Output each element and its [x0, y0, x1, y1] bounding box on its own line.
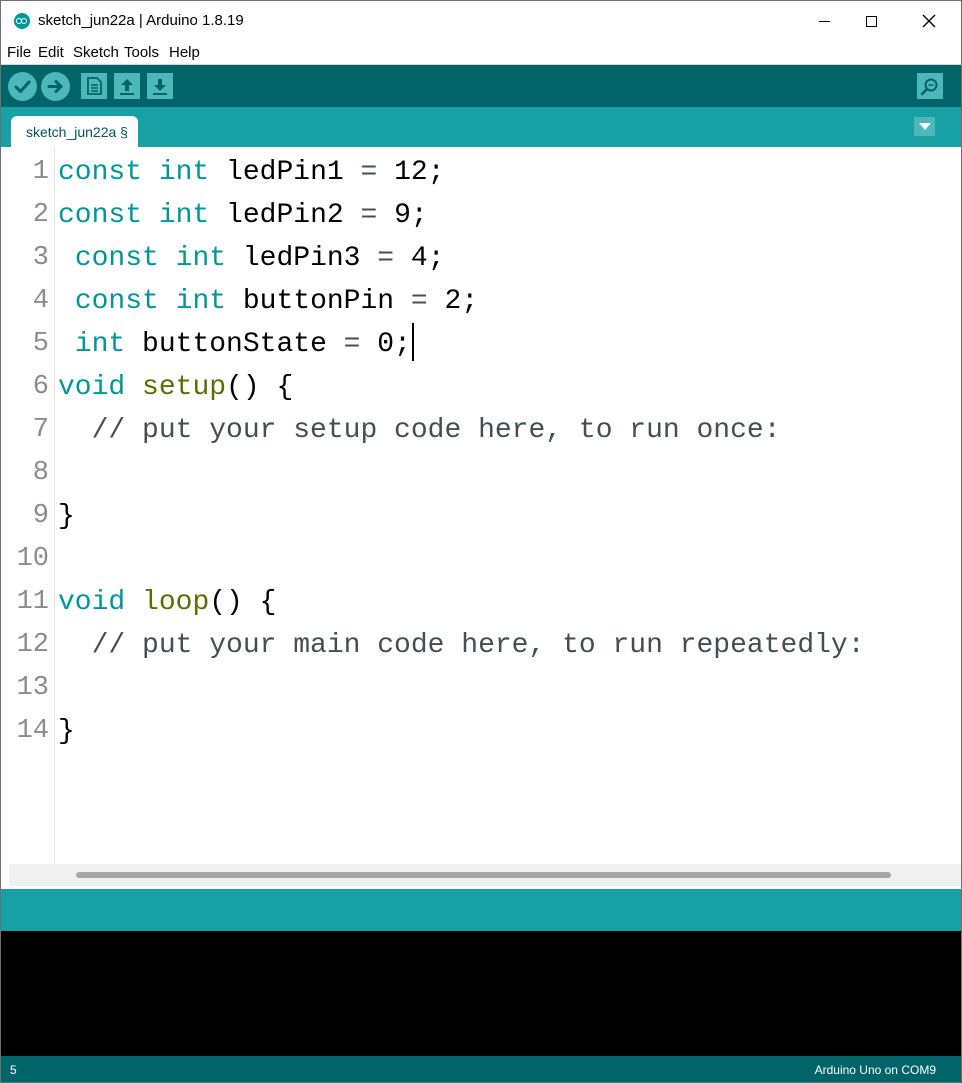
serial-monitor-button[interactable] — [917, 73, 943, 99]
line-number: 14 — [16, 716, 49, 746]
line-number: 7 — [32, 415, 49, 445]
current-line-number: 5 — [10, 1063, 17, 1077]
arduino-ide-window: sketch_jun22a | Arduino 1.8.19 File Edit… — [0, 0, 962, 1083]
toolbar — [1, 65, 961, 107]
code-line[interactable]: int buttonState = 0; — [58, 322, 414, 366]
code-line[interactable]: // put your setup code here, to run once… — [58, 409, 781, 452]
minimize-button[interactable] — [801, 1, 847, 41]
line-number: 8 — [32, 458, 49, 488]
line-number: 12 — [16, 630, 49, 660]
line-number: 1 — [32, 157, 49, 187]
code-line[interactable]: void setup() { — [58, 366, 293, 409]
code-line[interactable]: } — [58, 710, 75, 753]
horizontal-scrollbar[interactable] — [9, 864, 961, 886]
menu-help[interactable]: Help — [169, 44, 200, 61]
document-icon — [87, 77, 102, 95]
code-line[interactable]: const int buttonPin = 2; — [58, 280, 478, 323]
tab-label: sketch_jun22a § — [26, 124, 128, 140]
code-line[interactable]: } — [58, 495, 75, 538]
open-sketch-button[interactable] — [114, 73, 140, 99]
text-caret — [411, 322, 414, 361]
code-line[interactable]: const int ledPin1 = 12; — [58, 151, 445, 194]
new-sketch-button[interactable] — [81, 73, 107, 99]
close-icon — [922, 14, 936, 28]
console-output[interactable] — [1, 931, 961, 1056]
menu-sketch[interactable]: Sketch — [73, 44, 119, 61]
window-title: sketch_jun22a | Arduino 1.8.19 — [38, 12, 244, 29]
code-line[interactable]: // put your main code here, to run repea… — [58, 624, 865, 667]
code-editor[interactable]: 1 2 3 4 5 6 7 8 9 10 11 12 13 14 const i… — [1, 147, 941, 864]
menu-tools[interactable]: Tools — [124, 44, 159, 61]
checkmark-icon — [14, 80, 31, 93]
line-number: 13 — [16, 673, 49, 703]
line-number: 3 — [32, 243, 49, 273]
line-number: 5 — [32, 329, 49, 359]
editor-right-margin — [941, 147, 961, 864]
line-number: 11 — [16, 587, 49, 617]
code-line[interactable]: void loop() { — [58, 581, 276, 624]
line-number: 6 — [32, 372, 49, 402]
tab-bar: sketch_jun22a § — [1, 107, 961, 147]
close-button[interactable] — [906, 1, 952, 41]
menu-edit[interactable]: Edit — [38, 44, 64, 61]
arrow-down-icon — [153, 79, 167, 95]
verify-button[interactable] — [8, 72, 37, 101]
line-number-gutter: 1 2 3 4 5 6 7 8 9 10 11 12 13 14 — [1, 147, 55, 864]
code-line[interactable]: const int ledPin3 = 4; — [58, 237, 445, 280]
scrollbar-thumb[interactable] — [76, 872, 891, 878]
magnifier-icon — [920, 78, 938, 96]
menu-file[interactable]: File — [7, 44, 31, 61]
tab-menu-button[interactable] — [914, 117, 935, 136]
arrow-right-icon — [47, 80, 63, 93]
title-bar[interactable]: sketch_jun22a | Arduino 1.8.19 — [1, 1, 961, 41]
board-port-info: Arduino Uno on COM9 — [814, 1063, 936, 1077]
arduino-logo-icon — [14, 13, 30, 29]
save-sketch-button[interactable] — [147, 73, 173, 99]
line-number: 2 — [32, 200, 49, 230]
arrow-up-icon — [120, 79, 134, 95]
message-area — [1, 889, 961, 931]
line-number: 9 — [32, 501, 49, 531]
minimize-icon — [818, 20, 830, 22]
maximize-icon — [865, 15, 877, 27]
code-line[interactable]: const int ledPin2 = 9; — [58, 194, 428, 237]
upload-button[interactable] — [41, 72, 70, 101]
maximize-button[interactable] — [848, 1, 894, 41]
menu-bar: File Edit Sketch Tools Help — [1, 41, 961, 65]
line-number: 10 — [16, 544, 49, 574]
line-number: 4 — [32, 286, 49, 316]
status-bar: 5 Arduino Uno on COM9 — [1, 1056, 961, 1082]
tab-sketch[interactable]: sketch_jun22a § — [11, 116, 138, 147]
